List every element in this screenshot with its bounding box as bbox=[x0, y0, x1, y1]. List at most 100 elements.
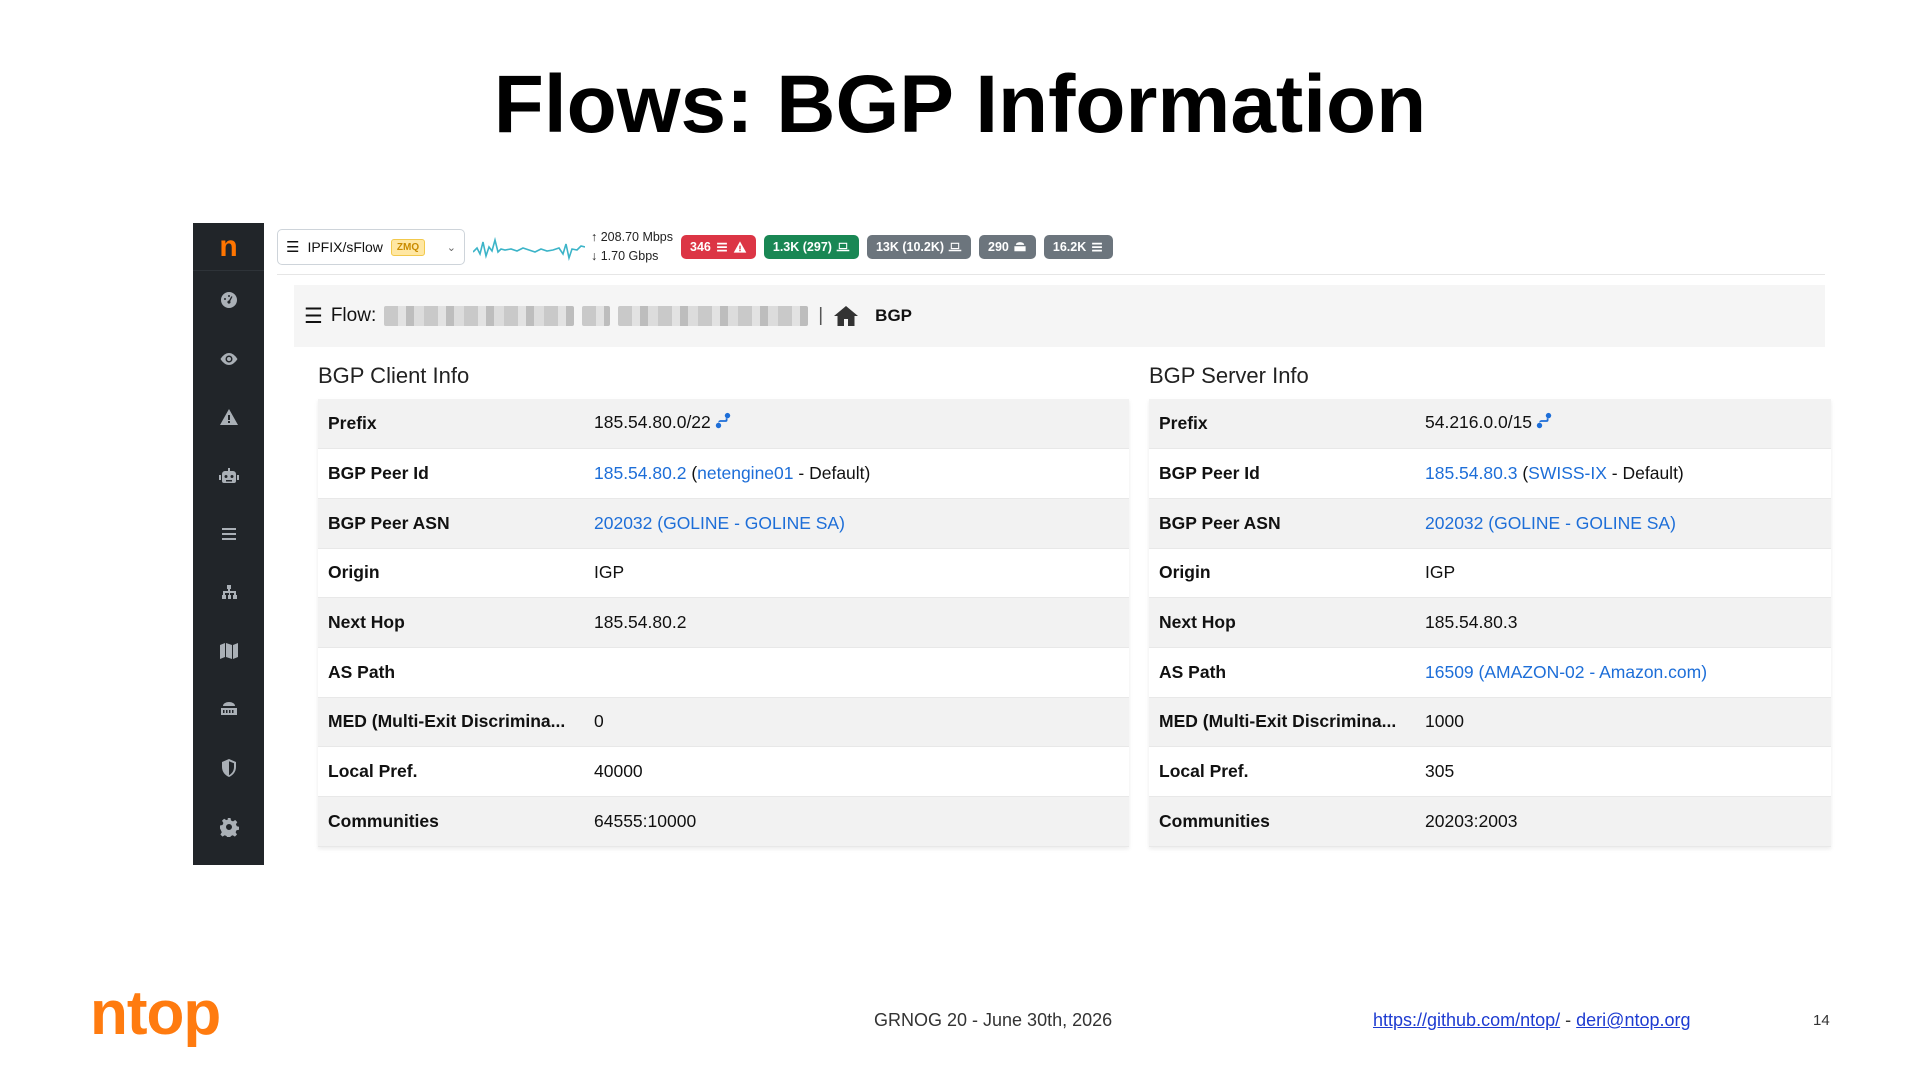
row-value: 185.54.80.3 (SWISS-IX - Default) bbox=[1415, 448, 1831, 499]
row-value: 20203:2003 bbox=[1415, 796, 1831, 847]
table-row: AS Path bbox=[318, 647, 1129, 698]
chevron-down-icon: ⌄ bbox=[446, 241, 456, 254]
map-icon[interactable] bbox=[193, 622, 264, 681]
table-row: Local Pref. 305 bbox=[1149, 746, 1831, 797]
email-link[interactable]: deri@ntop.org bbox=[1576, 1010, 1690, 1030]
server-icon[interactable] bbox=[193, 681, 264, 740]
row-value bbox=[584, 647, 1129, 698]
gear-icon[interactable] bbox=[193, 798, 264, 857]
footer-links: https://github.com/ntop/ - deri@ntop.org bbox=[1373, 1010, 1691, 1031]
breadcrumb-label: Flow: bbox=[330, 305, 377, 326]
ntopng-screenshot: n ☰ IPFIX/sFlow ZMQ ⌄ ↑ 208.70 Mbps ↓ 1.… bbox=[193, 223, 1831, 865]
download-rate: 1.70 Gbps bbox=[600, 249, 659, 263]
eye-icon[interactable] bbox=[193, 330, 264, 389]
bgp-server-card: BGP Server Info Prefix 54.216.0.0/15 BGP… bbox=[1149, 353, 1831, 847]
row-value: 185.54.80.0/22 bbox=[584, 399, 1129, 450]
interface-selector[interactable]: ☰ IPFIX/sFlow ZMQ ⌄ bbox=[277, 229, 465, 265]
route-icon[interactable] bbox=[1535, 412, 1553, 435]
row-key: MED (Multi-Exit Discrimina... bbox=[1149, 697, 1415, 748]
shield-icon[interactable] bbox=[193, 739, 264, 798]
list-icon[interactable] bbox=[193, 505, 264, 564]
local-hosts-count: 1.3K (297) bbox=[772, 240, 832, 254]
alert-icon[interactable] bbox=[193, 388, 264, 447]
row-value: 305 bbox=[1415, 746, 1831, 797]
sitemap-icon[interactable] bbox=[193, 564, 264, 623]
row-key: Next Hop bbox=[1149, 597, 1415, 648]
row-key: BGP Peer ASN bbox=[318, 498, 584, 549]
breadcrumb-current: BGP bbox=[875, 306, 913, 325]
local-hosts-badge[interactable]: 1.3K (297) bbox=[763, 235, 859, 259]
row-key: MED (Multi-Exit Discrimina... bbox=[318, 697, 584, 748]
table-row: Prefix 185.54.80.0/22 bbox=[318, 399, 1129, 450]
peer-asn-link[interactable]: 202032 (GOLINE - GOLINE SA) bbox=[1425, 513, 1676, 533]
devices-badge[interactable]: 290 bbox=[979, 235, 1036, 259]
dashboard-icon[interactable] bbox=[193, 271, 264, 330]
row-key: AS Path bbox=[1149, 647, 1415, 698]
peer-id-link[interactable]: 185.54.80.3 bbox=[1425, 463, 1517, 483]
traffic-sparkline[interactable] bbox=[473, 230, 585, 264]
row-key: Origin bbox=[318, 548, 584, 599]
table-row: Local Pref. 40000 bbox=[318, 746, 1129, 797]
home-icon[interactable] bbox=[833, 304, 859, 328]
table-row: MED (Multi-Exit Discrimina... 0 bbox=[318, 697, 1129, 748]
table-row: Origin IGP bbox=[1149, 548, 1831, 599]
redacted-flow-id bbox=[582, 306, 611, 326]
row-value: 54.216.0.0/15 bbox=[1415, 399, 1831, 450]
bgp-client-card: BGP Client Info Prefix 185.54.80.0/22 BG… bbox=[318, 353, 1129, 847]
as-path-link[interactable]: 16509 (AMAZON-02 - Amazon.com) bbox=[1425, 662, 1707, 682]
route-icon[interactable] bbox=[714, 412, 732, 435]
row-key: BGP Peer Id bbox=[318, 448, 584, 499]
robot-icon[interactable] bbox=[193, 447, 264, 506]
table-row: AS Path 16509 (AMAZON-02 - Amazon.com) bbox=[1149, 647, 1831, 698]
server-icon bbox=[1014, 242, 1026, 252]
row-value: 202032 (GOLINE - GOLINE SA) bbox=[1415, 498, 1831, 549]
github-link[interactable]: https://github.com/ntop/ bbox=[1373, 1010, 1560, 1030]
peer-default-text: - Default) bbox=[798, 463, 871, 484]
footer-event: GRNOG 20 - June 30th, 2026 bbox=[874, 1010, 1113, 1030]
interface-name: IPFIX/sFlow bbox=[307, 239, 383, 255]
row-key: Local Pref. bbox=[318, 746, 584, 797]
row-key: AS Path bbox=[318, 647, 584, 698]
breadcrumb: ☰ Flow: | BGP bbox=[294, 285, 1825, 347]
prefix-value: 54.216.0.0/15 bbox=[1425, 412, 1533, 433]
redacted-flow-id bbox=[618, 306, 809, 326]
ntopng-logo[interactable]: n bbox=[193, 223, 264, 271]
bgp-server-table: Prefix 54.216.0.0/15 BGP Peer Id 185.54.… bbox=[1149, 399, 1831, 847]
flows-badge[interactable]: 16.2K bbox=[1043, 235, 1114, 259]
row-key: BGP Peer ASN bbox=[1149, 498, 1415, 549]
table-row: BGP Peer ASN 202032 (GOLINE - GOLINE SA) bbox=[1149, 498, 1831, 549]
alerts-badge[interactable]: 346 bbox=[681, 235, 756, 259]
zmq-badge: ZMQ bbox=[390, 238, 426, 256]
peer-id-link[interactable]: 185.54.80.2 bbox=[594, 463, 686, 483]
peer-name-link[interactable]: SWISS-IX bbox=[1528, 463, 1607, 483]
remote-hosts-count: 13K (10.2K) bbox=[875, 240, 945, 254]
ntop-logo: ntop bbox=[90, 979, 221, 1048]
peer-asn-link[interactable]: 202032 (GOLINE - GOLINE SA) bbox=[594, 513, 845, 533]
row-value: 16509 (AMAZON-02 - Amazon.com) bbox=[1415, 647, 1831, 698]
row-value: 64555:10000 bbox=[584, 796, 1129, 847]
peer-name-link[interactable]: netengine01 bbox=[697, 463, 793, 483]
menu-icon[interactable]: ☰ bbox=[304, 304, 323, 329]
row-value: 185.54.80.3 bbox=[1415, 597, 1831, 648]
table-row: Prefix 54.216.0.0/15 bbox=[1149, 399, 1831, 450]
download-arrow-icon: ↓ bbox=[591, 249, 598, 263]
table-row: BGP Peer Id 185.54.80.2 (netengine01 - D… bbox=[318, 448, 1129, 499]
row-key: Local Pref. bbox=[1149, 746, 1415, 797]
redacted-flow-id bbox=[384, 306, 575, 326]
breadcrumb-separator: | bbox=[818, 305, 824, 326]
flows-count: 16.2K bbox=[1052, 240, 1087, 254]
table-row: Origin IGP bbox=[318, 548, 1129, 599]
row-value: 1000 bbox=[1415, 697, 1831, 748]
table-row: BGP Peer Id 185.54.80.3 (SWISS-IX - Defa… bbox=[1149, 448, 1831, 499]
row-value: IGP bbox=[1415, 548, 1831, 599]
row-key: Communities bbox=[1149, 796, 1415, 847]
bgp-client-table: Prefix 185.54.80.0/22 BGP Peer Id 185.54… bbox=[318, 399, 1129, 847]
slide-title: Flows: BGP Information bbox=[493, 59, 1427, 150]
remote-hosts-badge[interactable]: 13K (10.2K) bbox=[866, 235, 972, 259]
row-key: Prefix bbox=[318, 399, 584, 450]
list-icon bbox=[716, 242, 727, 252]
card-title: BGP Server Info bbox=[1149, 363, 1309, 388]
row-key: Prefix bbox=[1149, 399, 1415, 450]
laptop-icon bbox=[948, 242, 962, 252]
throughput-rates: ↑ 208.70 Mbps ↓ 1.70 Gbps bbox=[591, 228, 673, 266]
